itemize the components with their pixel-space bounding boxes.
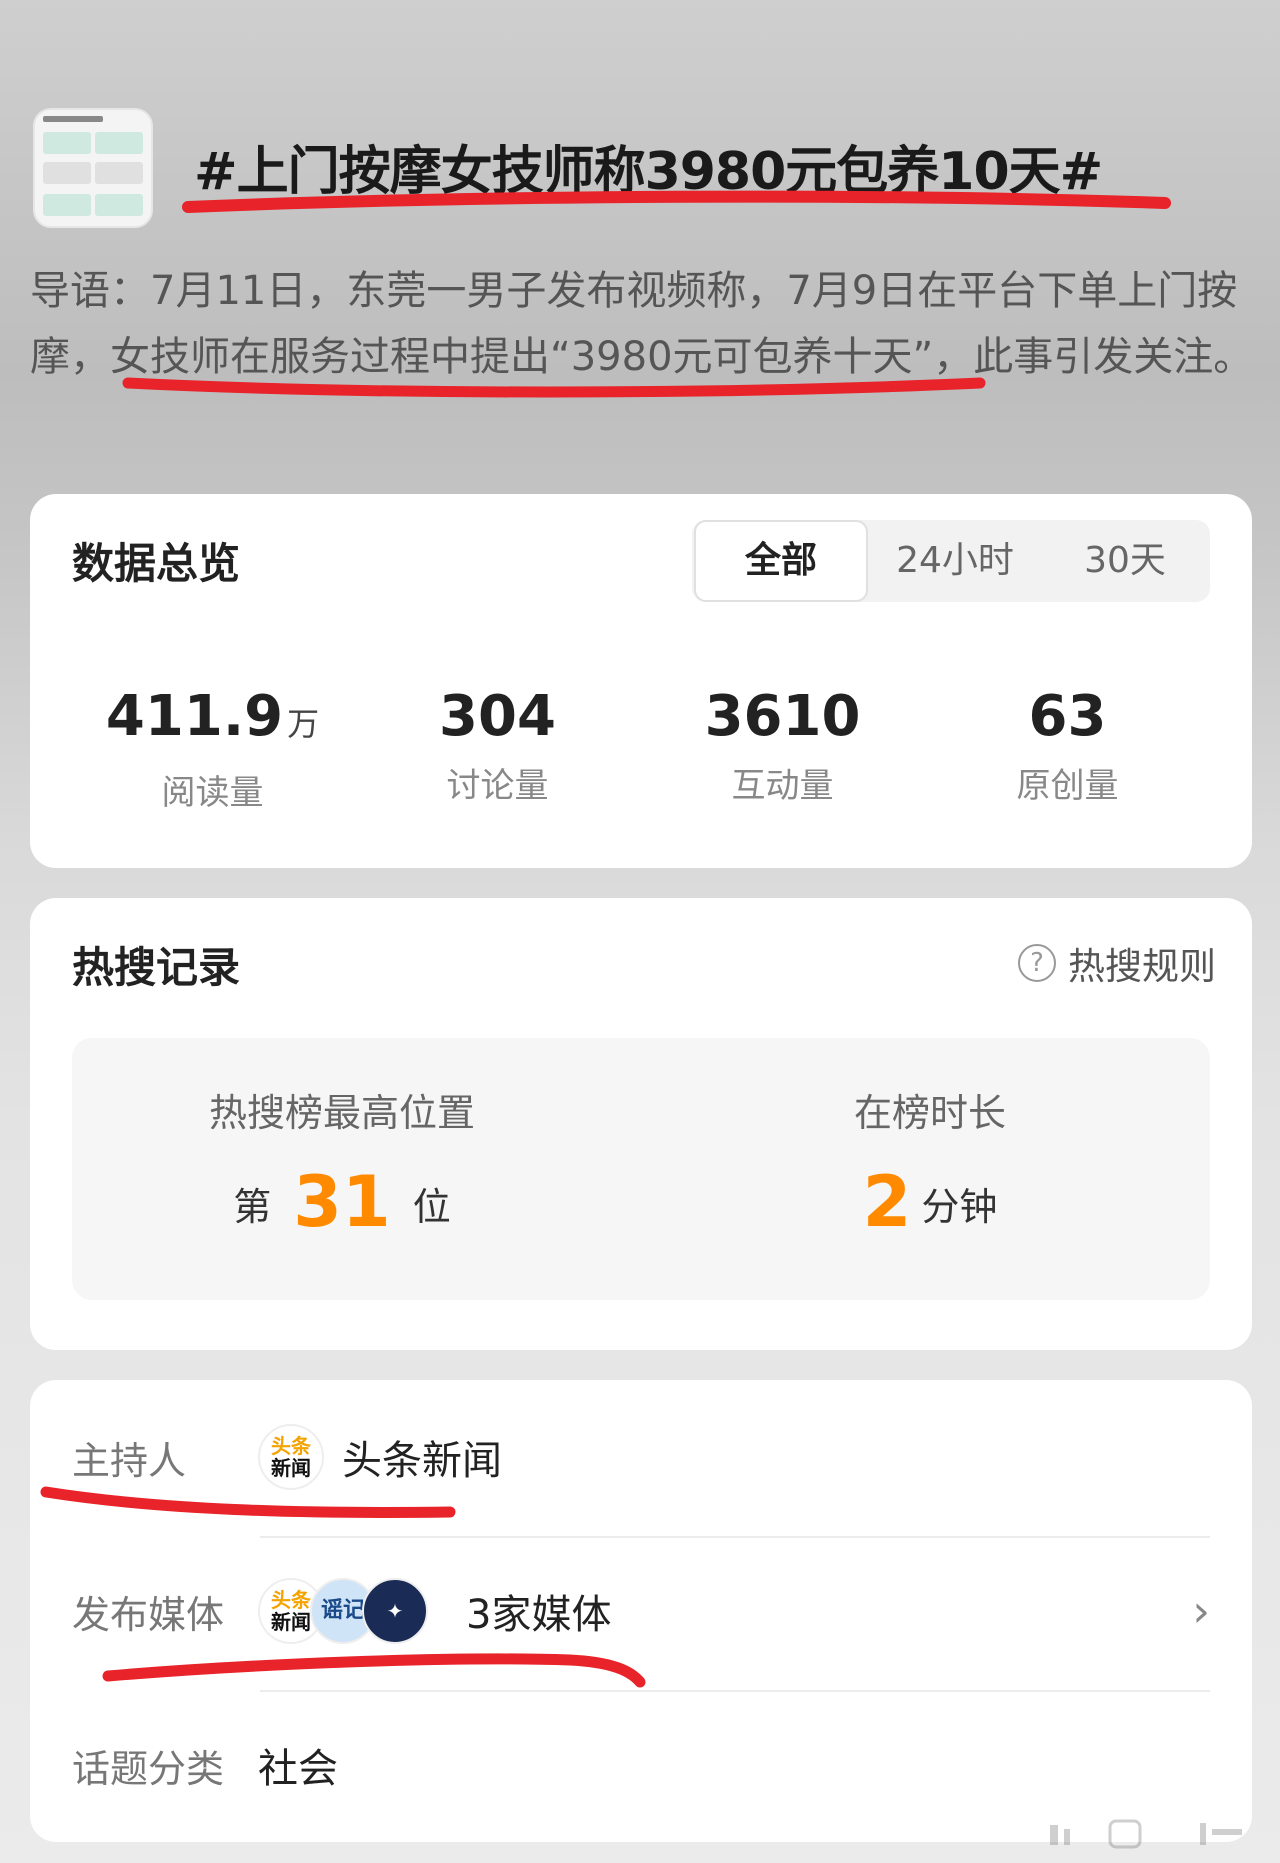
- tab-30d[interactable]: 30天: [1040, 522, 1210, 600]
- stat-label: 阅读量: [161, 773, 264, 813]
- stat-reads: 411.9 万 阅读量: [70, 684, 355, 814]
- peak-caption: 热搜榜最高位置: [208, 1091, 475, 1135]
- category-row: 话题分类 社会: [72, 1700, 1210, 1830]
- tab-all[interactable]: 全部: [694, 520, 868, 602]
- stat-value: 304: [439, 684, 556, 749]
- hot-search-summary: 热搜榜最高位置 第 31 位 在榜时长 2 分钟: [72, 1038, 1210, 1300]
- stat-value: 411.9: [105, 684, 284, 749]
- help-icon: ?: [1018, 944, 1056, 982]
- topic-meta-card: 主持人 头条 新闻 头条新闻 发布媒体 头条 新闻 谣记 ✦ 3家媒体 › 话题分类…: [30, 1380, 1252, 1842]
- media-underline: [102, 1653, 646, 1688]
- data-overview-card: 数据总览 全部 24小时 30天 411.9 万 阅读量 304 讨论量 3610…: [30, 494, 1252, 868]
- chevron-right-icon: ›: [1192, 1586, 1210, 1637]
- topic-thumbnail: [33, 108, 153, 228]
- rules-label: 热搜规则: [1068, 945, 1216, 988]
- time-range-tabs: 全部 24小时 30天: [692, 520, 1210, 602]
- host-underline: [40, 1486, 456, 1518]
- lead-underline: [122, 377, 986, 398]
- peak-prefix: 第: [233, 1185, 272, 1229]
- peak-suffix: 位: [412, 1185, 451, 1229]
- overview-title: 数据总览: [72, 539, 241, 588]
- stat-originals: 63 原创量: [925, 684, 1210, 814]
- duration-value: 2: [862, 1161, 912, 1243]
- stat-value: 3610: [704, 684, 861, 749]
- category-label: 话题分类: [72, 1746, 225, 1791]
- category-value: 社会: [258, 1746, 338, 1792]
- stats-row: 411.9 万 阅读量 304 讨论量 3610 互动量 63 原创量: [70, 684, 1210, 814]
- title-underline: [182, 190, 1171, 213]
- hot-search-title: 热搜记录: [72, 943, 241, 992]
- stat-interactions: 3610 互动量: [640, 684, 925, 814]
- duration-caption: 在榜时长: [853, 1091, 1006, 1135]
- stat-discussions: 304 讨论量: [355, 684, 640, 814]
- hot-search-rules-link[interactable]: ? 热搜规则: [1018, 936, 1216, 990]
- stat-label: 讨论量: [446, 766, 549, 806]
- stat-value: 63: [1028, 684, 1107, 749]
- tab-24h[interactable]: 24小时: [870, 522, 1040, 600]
- duration-unit: 分钟: [921, 1185, 998, 1229]
- stat-label: 原创量: [1016, 766, 1119, 806]
- hot-search-card: 热搜记录 ? 热搜规则 热搜榜最高位置 第 31 位 在榜时长 2 分钟: [30, 898, 1252, 1350]
- stat-unit: 万: [287, 705, 320, 743]
- divider: [260, 1536, 1210, 1538]
- peak-rank: 31: [293, 1161, 391, 1243]
- watermark-icon: [1050, 1819, 1242, 1849]
- stat-label: 互动量: [731, 766, 834, 806]
